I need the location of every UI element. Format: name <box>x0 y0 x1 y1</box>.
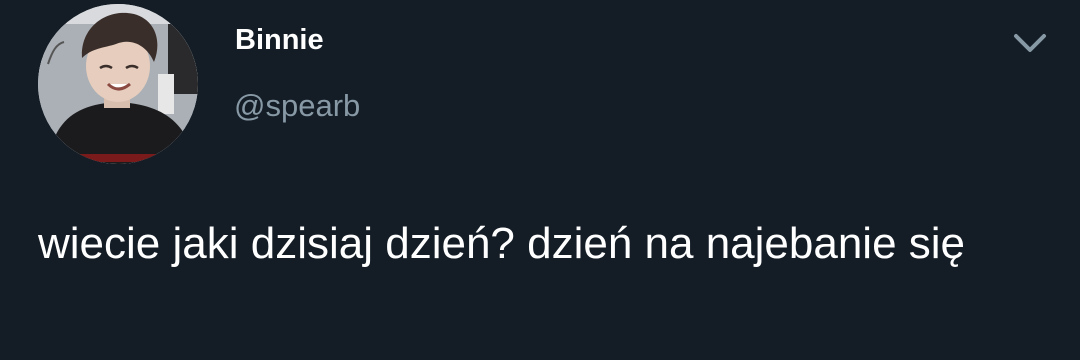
avatar[interactable] <box>38 4 198 164</box>
tweet: Binnie @spearb wiecie jaki dzisiaj dzień… <box>0 0 1080 360</box>
chevron-down-icon[interactable] <box>1010 28 1050 60</box>
author-handle[interactable]: @spearb <box>234 88 360 124</box>
author-display-name[interactable]: Binnie <box>235 24 324 57</box>
tweet-text: wiecie jaki dzisiaj dzień? dzień na naje… <box>38 219 966 268</box>
